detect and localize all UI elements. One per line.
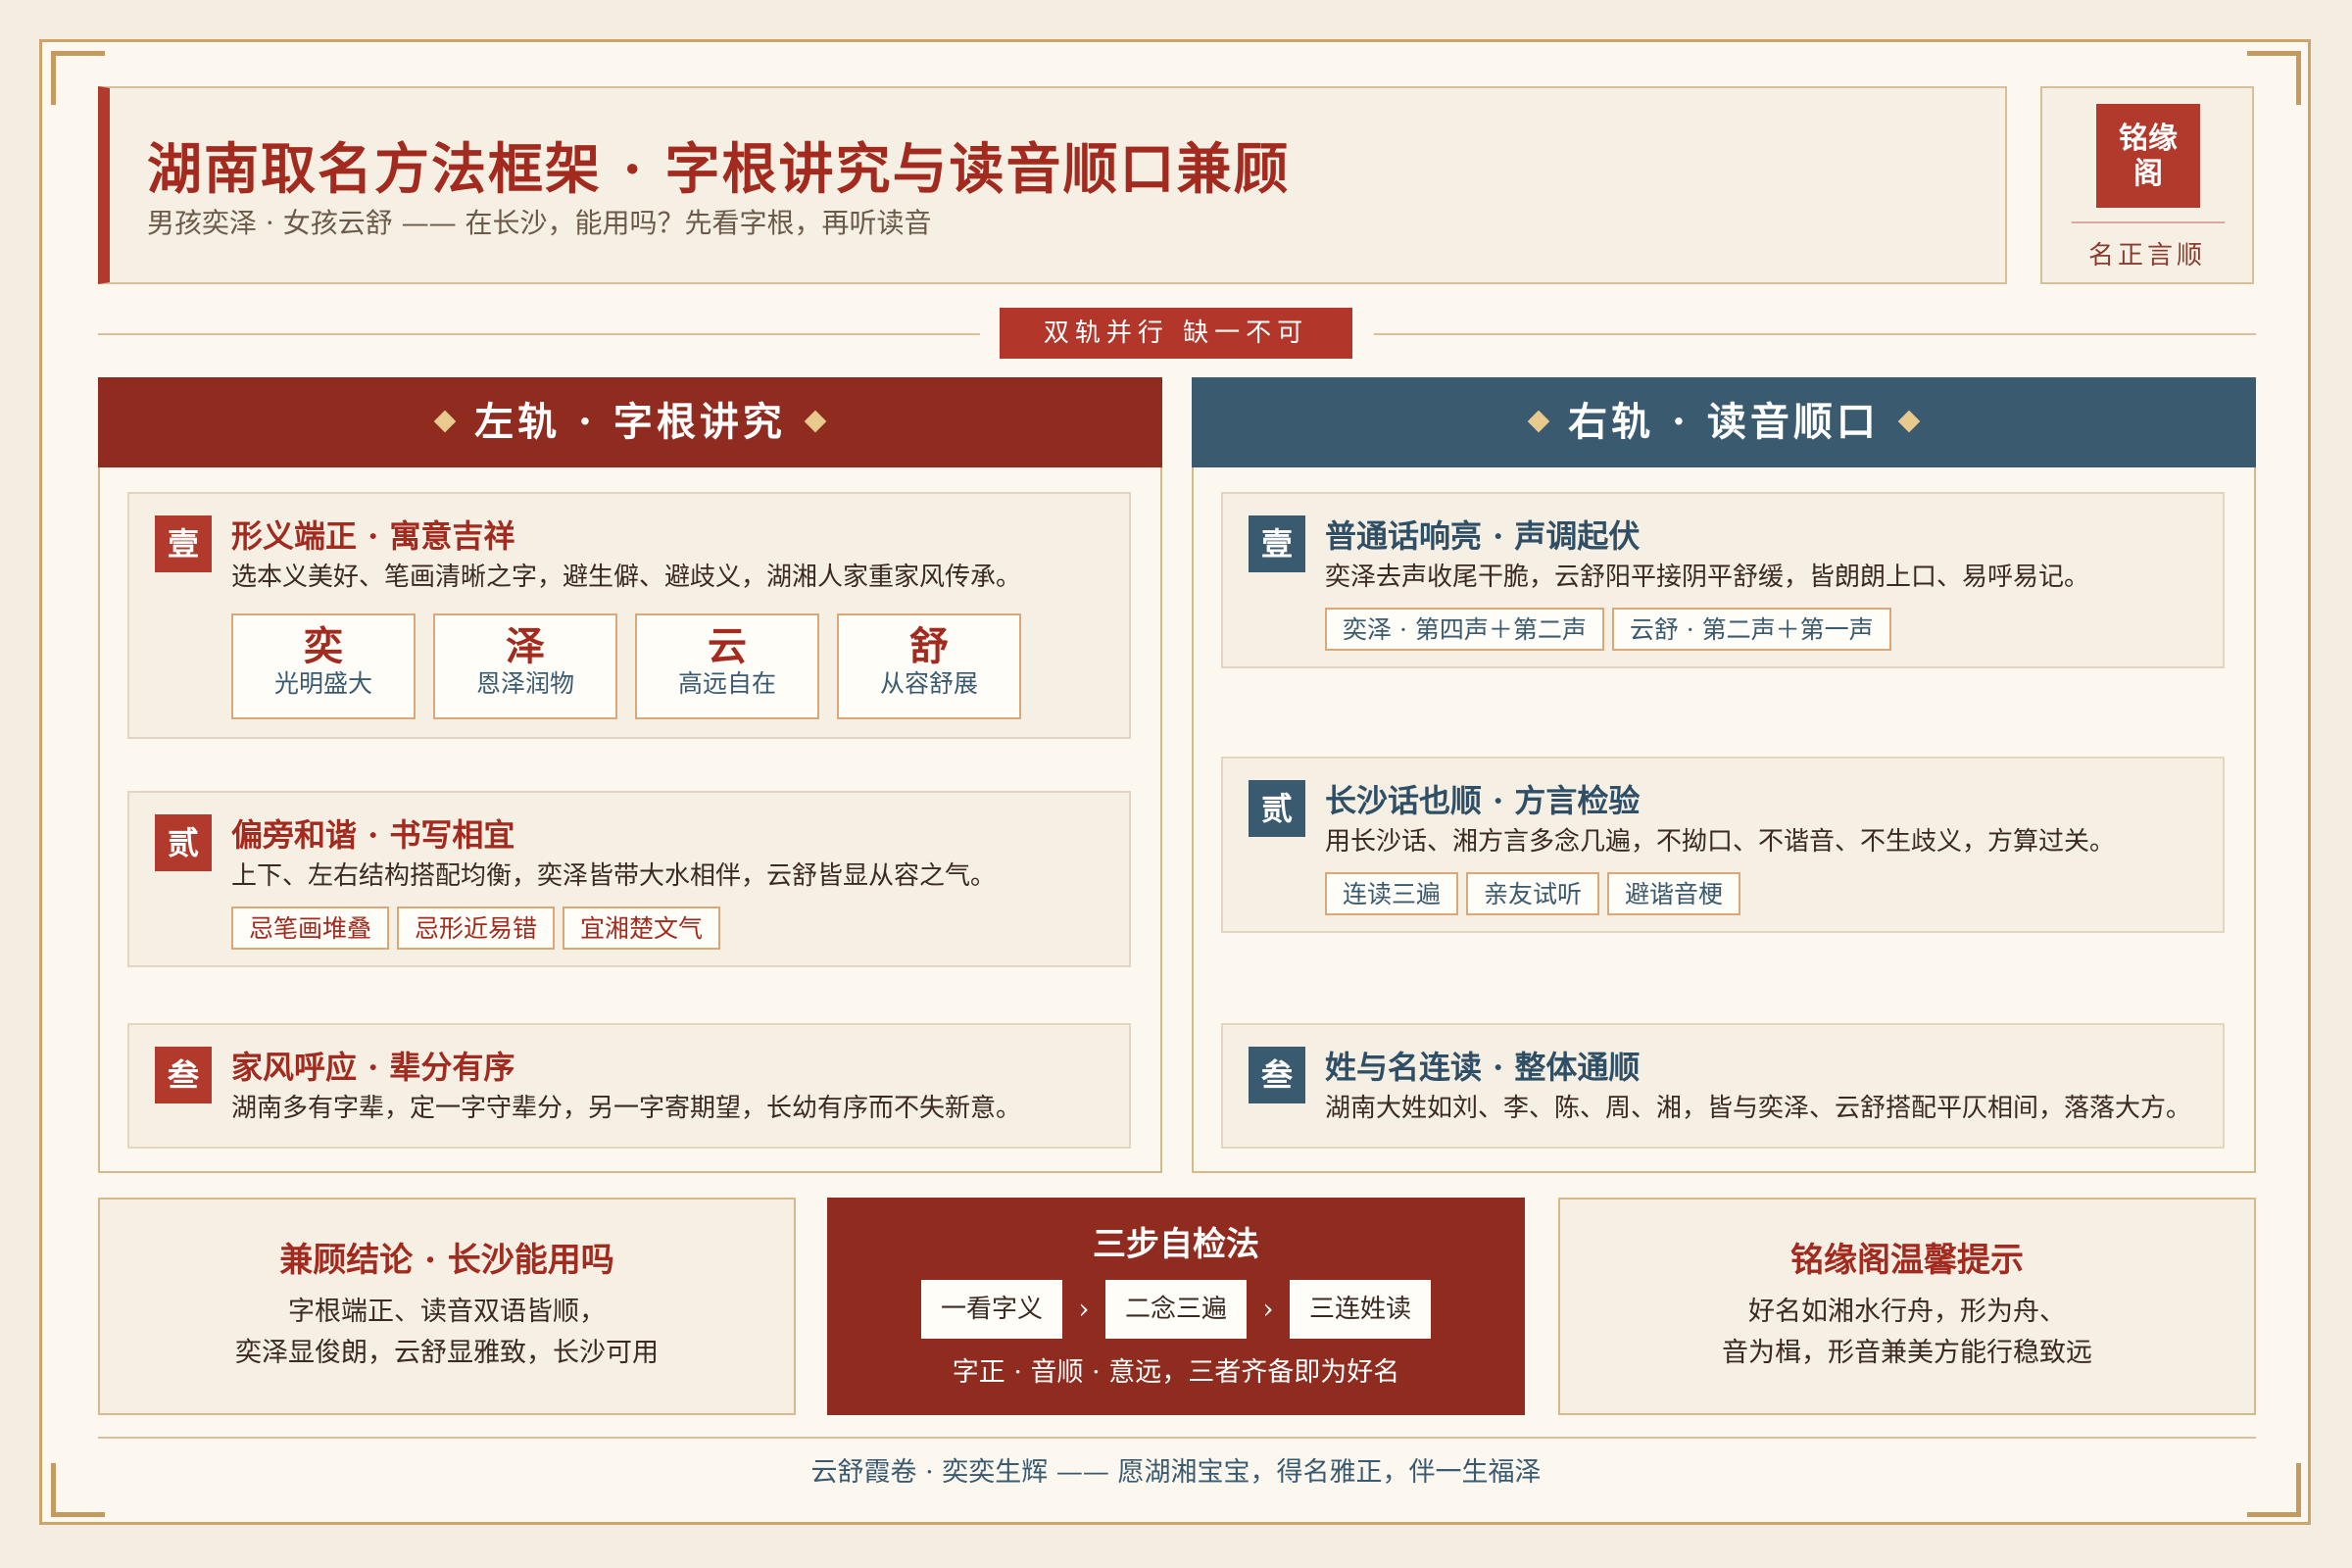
card-badge: 壹 [1249, 515, 1305, 572]
chevron-right-icon: › [1078, 1293, 1090, 1325]
conclusion-box: 兼顾结论 · 长沙能用吗 字根端正、读音双语皆顺， 奕泽显俊朗，云舒显雅致，长沙… [98, 1198, 796, 1415]
card-title: 家风呼应 · 辈分有序 [231, 1049, 515, 1086]
char-card: 舒 从容舒展 [837, 613, 1021, 719]
card-desc: 奕泽去声收尾干脆，云舒阳平接阴平舒缓，皆朗朗上口、易呼易记。 [1325, 563, 2090, 592]
left-card-3: 叁 家风呼应 · 辈分有序 湖南多有字辈，定一字守辈分，另一字寄期望，长幼有序而… [127, 1023, 1131, 1149]
diamond-icon [1527, 410, 1550, 433]
tip-box: 铭缘阁温馨提示 好名如湘水行舟，形为舟、 音为楫，形音兼美方能行稳致远 [1558, 1198, 2256, 1415]
seal-text-line1: 铭缘 [2119, 122, 2178, 156]
page-subtitle: 男孩奕泽 · 女孩云舒 —— 在长沙，能用吗？先看字根，再听读音 [147, 207, 932, 239]
card-desc: 选本义美好、笔画清晰之字，避生僻、避歧义，湖湘人家重家风传承。 [231, 563, 1022, 592]
tag: 奕泽 · 第四声＋第二声 [1325, 608, 1604, 651]
card-desc: 湖南多有字辈，定一字守辈分，另一字寄期望，长幼有序而不失新意。 [231, 1094, 1022, 1123]
char-glyph: 舒 [909, 623, 949, 669]
divider-left [98, 333, 980, 335]
char-glyph: 奕 [304, 623, 343, 669]
char-meaning: 恩泽润物 [475, 669, 574, 698]
card-title: 姓与名连读 · 整体通顺 [1325, 1049, 1641, 1086]
char-card: 云 高远自在 [635, 613, 819, 719]
tag: 连读三遍 [1325, 872, 1459, 915]
char-meaning: 从容舒展 [879, 669, 978, 698]
brand-seal: 铭缘 阁 [2096, 104, 2200, 208]
left-track-heading-text: 左轨 · 字根讲究 [474, 399, 786, 445]
char-meaning: 高远自在 [677, 669, 776, 698]
step-2: 二念三遍 [1105, 1280, 1247, 1339]
brand-seal-box: 铭缘 阁 名正言顺 [2040, 86, 2254, 284]
card-badge: 贰 [1249, 780, 1305, 837]
card-badge: 壹 [155, 515, 212, 572]
card-desc: 用长沙话、湘方言多念几遍，不拗口、不谐音、不生歧义，方算过关。 [1325, 827, 2116, 857]
card-title: 偏旁和谐 · 书写相宜 [231, 816, 515, 854]
char-meaning: 光明盛大 [273, 669, 372, 698]
method-note: 字正 · 音顺 · 意远，三者齐备即为好名 [952, 1357, 1400, 1388]
tip-line: 好名如湘水行舟，形为舟、 [1748, 1297, 2066, 1327]
right-card-2: 贰 长沙话也顺 · 方言检验 用长沙话、湘方言多念几遍，不拗口、不谐音、不生歧义… [1221, 757, 2225, 933]
tag-row: 连读三遍 亲友试听 避谐音梗 [1325, 872, 1748, 915]
right-track-panel: 右轨 · 读音顺口 壹 普通话响亮 · 声调起伏 奕泽去声收尾干脆，云舒阳平接阴… [1192, 377, 2256, 1173]
tag: 宜湘楚文气 [563, 906, 721, 950]
tag: 云舒 · 第二声＋第一声 [1611, 608, 1891, 651]
method-box: 三步自检法 一看字义 › 二念三遍 › 三连姓读 字正 · 音顺 · 意远，三者… [827, 1198, 1525, 1415]
tag-row: 忌笔画堆叠 忌形近易错 宜湘楚文气 [231, 906, 728, 950]
char-glyph: 云 [708, 623, 747, 669]
tag: 避谐音梗 [1607, 872, 1741, 915]
card-desc: 湖南大姓如刘、李、陈、周、湘，皆与奕泽、云舒搭配平仄相间，落落大方。 [1325, 1094, 2192, 1123]
card-title: 普通话响亮 · 声调起伏 [1325, 517, 1641, 555]
footer-text: 云舒霞卷 · 奕奕生辉 —— 愿湖湘宝宝，得名雅正，伴一生福泽 [810, 1457, 1542, 1488]
diamond-icon [804, 410, 827, 433]
method-steps: 一看字义 › 二念三遍 › 三连姓读 [827, 1280, 1525, 1339]
conclusion-title: 兼顾结论 · 长沙能用吗 [279, 1241, 614, 1280]
tip-body: 好名如湘水行舟，形为舟、 音为楫，形音兼美方能行稳致远 [1560, 1292, 2254, 1374]
footer-divider [98, 1437, 2256, 1439]
card-badge: 贰 [155, 814, 212, 871]
tip-title: 铭缘阁温馨提示 [1790, 1241, 2024, 1280]
divider-right [1374, 333, 2256, 335]
seal-text-line2: 阁 [2133, 157, 2163, 191]
left-track-heading: 左轨 · 字根讲究 [98, 377, 1162, 467]
left-card-1: 壹 形义端正 · 寓意吉祥 选本义美好、笔画清晰之字，避生僻、避歧义，湖湘人家重… [127, 492, 1131, 739]
right-card-3: 叁 姓与名连读 · 整体通顺 湖南大姓如刘、李、陈、周、湘，皆与奕泽、云舒搭配平… [1221, 1023, 2225, 1149]
corner-ornament-top-right [2247, 51, 2301, 105]
conclusion-line: 奕泽显俊朗，云舒显雅致，长沙可用 [235, 1338, 659, 1368]
card-badge: 叁 [155, 1047, 212, 1103]
char-card: 泽 恩泽润物 [433, 613, 617, 719]
corner-ornament-top-left [51, 51, 105, 105]
tag: 亲友试听 [1466, 872, 1600, 915]
right-track-heading-text: 右轨 · 读音顺口 [1568, 399, 1880, 445]
right-card-1: 壹 普通话响亮 · 声调起伏 奕泽去声收尾干脆，云舒阳平接阴平舒缓，皆朗朗上口、… [1221, 492, 2225, 668]
left-track-panel: 左轨 · 字根讲究 壹 形义端正 · 寓意吉祥 选本义美好、笔画清晰之字，避生僻… [98, 377, 1162, 1173]
diamond-icon [1897, 410, 1921, 433]
card-title: 形义端正 · 寓意吉祥 [231, 517, 515, 555]
seal-divider [2072, 221, 2225, 223]
conclusion-line: 字根端正、读音双语皆顺， [288, 1297, 606, 1327]
seal-motto: 名正言顺 [2087, 241, 2206, 270]
tip-line: 音为楫，形音兼美方能行稳致远 [1722, 1338, 2092, 1368]
diamond-icon [433, 410, 457, 433]
chevron-right-icon: › [1262, 1293, 1274, 1325]
tag: 忌形近易错 [397, 906, 556, 950]
char-card: 奕 光明盛大 [231, 613, 416, 719]
method-title: 三步自检法 [1093, 1225, 1259, 1264]
char-glyph: 泽 [506, 623, 545, 669]
conclusion-body: 字根端正、读音双语皆顺， 奕泽显俊朗，云舒显雅致，长沙可用 [100, 1292, 794, 1374]
card-title: 长沙话也顺 · 方言检验 [1325, 782, 1641, 819]
page-title: 湖南取名方法框架 · 字根讲究与读音顺口兼顾 [147, 137, 1291, 202]
card-desc: 上下、左右结构搭配均衡，奕泽皆带大水相伴，云舒皆显从容之气。 [231, 861, 997, 891]
step-3: 三连姓读 [1290, 1280, 1431, 1339]
tag-row: 奕泽 · 第四声＋第二声 云舒 · 第二声＋第一声 [1325, 608, 1899, 651]
left-card-2: 贰 偏旁和谐 · 书写相宜 上下、左右结构搭配均衡，奕泽皆带大水相伴，云舒皆显从… [127, 791, 1131, 967]
right-track-heading: 右轨 · 读音顺口 [1192, 377, 2256, 467]
step-1: 一看字义 [921, 1280, 1062, 1339]
header-banner: 湖南取名方法框架 · 字根讲究与读音顺口兼顾 男孩奕泽 · 女孩云舒 —— 在长… [98, 86, 2007, 284]
card-badge: 叁 [1249, 1047, 1305, 1103]
center-ribbon: 双轨并行 缺一不可 [1000, 308, 1352, 359]
tag: 忌笔画堆叠 [231, 906, 390, 950]
